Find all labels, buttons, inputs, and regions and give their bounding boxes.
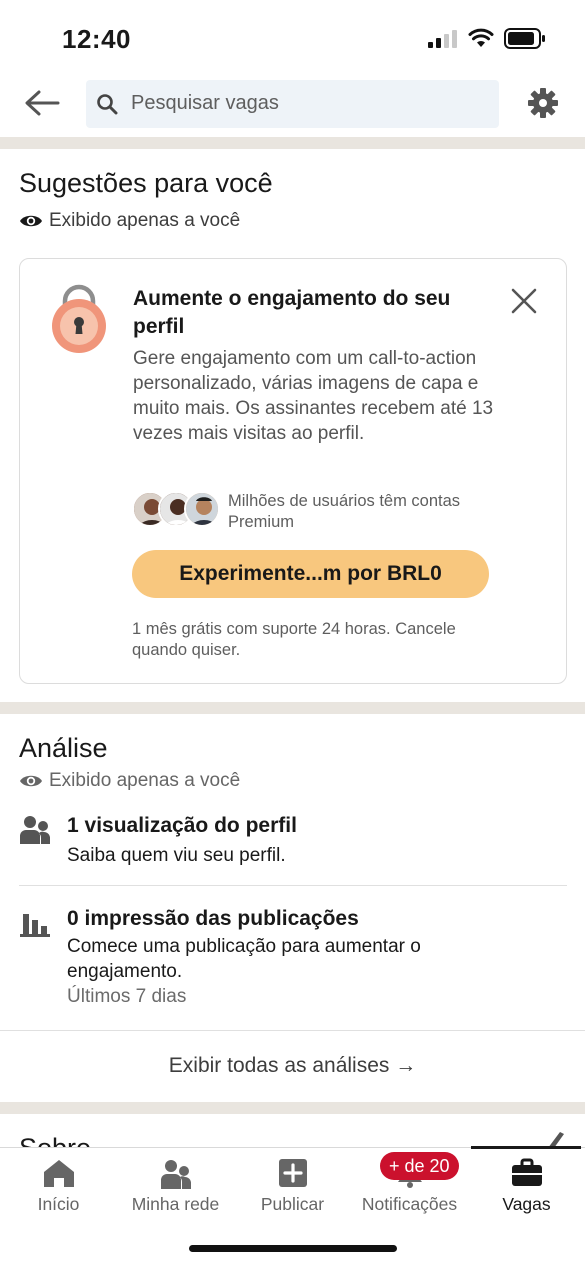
visibility-label: Exibido apenas a você	[49, 770, 241, 791]
nav-item-post[interactable]: Publicar	[234, 1148, 351, 1228]
post-icon	[278, 1159, 307, 1187]
battery-icon	[504, 28, 545, 49]
notifications-badge: + de 20	[380, 1152, 459, 1180]
section-divider	[0, 702, 585, 714]
top-nav: Pesquisar vagas	[0, 76, 585, 136]
promo-fine-print: 1 mês grátis com suporte 24 horas. Cance…	[132, 620, 456, 659]
suggestions-title: Sugestões para você	[19, 168, 273, 198]
people-icon	[20, 816, 50, 844]
search-icon	[97, 94, 118, 115]
analytics-item-subtitle: Saiba quem viu seu perfil.	[67, 845, 286, 866]
analytics-item-title: 0 impressão das publicações	[67, 907, 359, 930]
nav-label: Vagas	[502, 1194, 551, 1214]
promo-title: Aumente o engajamento do seu perfil	[133, 287, 451, 338]
try-premium-button[interactable]: Experimente...m por BRL0	[132, 550, 489, 598]
wifi-icon	[468, 28, 494, 47]
eye-icon	[20, 775, 42, 787]
profile-views-row[interactable]: 1 visualização do perfil Saiba quem viu …	[0, 810, 585, 880]
eye-icon	[20, 215, 42, 227]
section-divider	[0, 1102, 585, 1114]
nav-label: Notificações	[361, 1194, 458, 1214]
nav-item-network[interactable]: Minha rede	[117, 1148, 234, 1228]
back-arrow-icon[interactable]	[22, 88, 62, 118]
lock-icon	[52, 284, 106, 353]
cellular-signal-icon	[428, 30, 457, 48]
home-icon	[43, 1160, 74, 1187]
search-placeholder: Pesquisar vagas	[131, 92, 279, 114]
analytics-title: Análise	[19, 733, 108, 763]
search-input[interactable]: Pesquisar vagas	[86, 80, 499, 128]
about-title: Sobre	[19, 1133, 91, 1147]
premium-promo-card: Aumente o engajamento do seu perfil Gere…	[19, 258, 567, 684]
promo-body: Gere engajamento com um call-to-action p…	[133, 348, 494, 444]
premium-member-avatars	[132, 491, 222, 529]
nav-label: Início	[37, 1194, 80, 1214]
bar-chart-icon	[20, 914, 50, 937]
analytics-item-subtitle: Comece uma publicação para aumentar o en…	[67, 936, 421, 982]
nav-label: Publicar	[260, 1194, 325, 1214]
gear-icon[interactable]	[526, 86, 560, 120]
analytics-item-title: 1 visualização do perfil	[67, 814, 297, 837]
close-icon[interactable]	[510, 287, 538, 315]
suggestions-visibility: Exibido apenas a você	[19, 210, 240, 232]
analytics-visibility: Exibido apenas a você	[19, 770, 240, 792]
nav-item-home[interactable]: Início	[0, 1148, 117, 1228]
row-divider	[19, 885, 567, 886]
post-impressions-row[interactable]: 0 impressão das publicações Comece uma p…	[0, 900, 585, 1020]
nav-item-jobs[interactable]: Vagas	[468, 1148, 585, 1228]
avatar	[184, 491, 220, 527]
nav-label: Minha rede	[131, 1194, 220, 1214]
analytics-item-meta: Últimos 7 dias	[67, 986, 187, 1007]
social-proof-text: Milhões de usuários têm contas Premium	[228, 492, 461, 531]
home-indicator	[189, 1245, 397, 1252]
status-time: 12:40	[62, 24, 131, 54]
status-bar: 12:40	[0, 0, 585, 76]
network-icon	[160, 1160, 191, 1189]
show-all-analytics-link[interactable]: Exibir todas as análises →	[0, 1031, 585, 1101]
section-divider	[0, 137, 585, 149]
briefcase-icon	[511, 1158, 542, 1186]
visibility-label: Exibido apenas a você	[49, 210, 241, 231]
